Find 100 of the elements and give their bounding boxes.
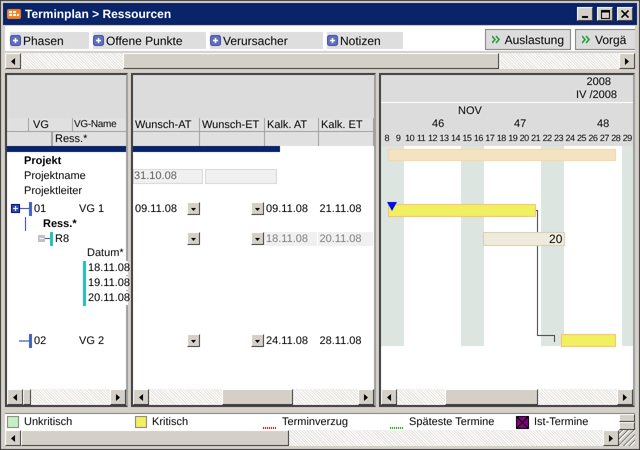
day-label: 14 [450, 132, 462, 145]
legend-label: Späteste Termine [409, 414, 494, 430]
day-label: 18 [496, 132, 507, 145]
caret-icon [190, 238, 196, 241]
scroll-left-button[interactable] [7, 389, 23, 405]
maximize-button[interactable] [597, 7, 613, 21]
week-label: 47 [514, 118, 526, 130]
project-name-field[interactable]: 31.10.08 [133, 169, 203, 184]
column-header: VG-Name [73, 118, 118, 131]
input-field[interactable] [205, 169, 277, 184]
table-cell: 18.11.08 [86, 261, 128, 275]
panel-toggle-button[interactable]: Phasen [10, 32, 89, 49]
minimize-button[interactable] [577, 7, 593, 21]
right-arrow-icon [364, 394, 368, 400]
panel-toggle-button[interactable]: Offene Punkte [93, 32, 206, 49]
scroll-right-button[interactable] [110, 389, 126, 405]
legend-label: Unkritisch [24, 414, 72, 430]
maximize-icon [600, 10, 610, 18]
panel-toggle-button[interactable]: Verursacher [210, 32, 323, 49]
tree-line [24, 217, 26, 231]
caret-icon [255, 238, 260, 241]
plus-icon [10, 35, 21, 46]
caret-icon [255, 208, 260, 211]
day-label: 21 [530, 132, 542, 145]
dropdown-button[interactable] [251, 202, 264, 215]
load-bar[interactable]: 20 [482, 232, 566, 246]
plus-icon [327, 35, 338, 46]
day-label: 13 [438, 132, 450, 145]
day-label: 24 [564, 132, 576, 145]
table-cell: 18.11.08 [264, 232, 317, 246]
scroll-right-button[interactable] [603, 430, 619, 446]
caret-icon [255, 340, 260, 343]
double-chevron-icon [582, 35, 591, 44]
window-title: Terminplan > Ressourcen [25, 6, 172, 23]
level-marker [29, 334, 32, 348]
month-label: NOV [458, 105, 482, 117]
day-label: 10 [404, 132, 416, 145]
day-label: 11 [416, 132, 426, 145]
scroll-left-button[interactable] [381, 389, 397, 405]
caret-icon [190, 340, 196, 343]
collapse-icon[interactable] [38, 234, 50, 242]
scroll-left-button[interactable] [5, 430, 21, 446]
dropdown-button[interactable] [186, 334, 200, 347]
right-arrow-icon [609, 434, 613, 442]
day-label: 22 [542, 132, 553, 145]
day-label: 15 [461, 132, 472, 145]
spin-down-button[interactable] [619, 422, 635, 430]
legend-label: Terminverzug [282, 414, 348, 430]
scroll-left-button[interactable] [133, 389, 149, 405]
panel-toggle-button[interactable]: Notizen [327, 32, 403, 49]
field-label: Projektname [24, 169, 86, 184]
dropdown-button[interactable] [186, 232, 200, 245]
week-label: 46 [432, 118, 444, 130]
double-chevron-icon [492, 35, 501, 44]
expand-icon[interactable] [11, 204, 29, 213]
day-label: 26 [587, 132, 598, 145]
close-icon [621, 10, 629, 18]
scroll-left-button[interactable] [5, 53, 21, 69]
level-marker [50, 232, 53, 246]
dropdown-button[interactable] [251, 232, 264, 245]
year-label: 2008 [586, 75, 612, 89]
day-label: 27 [598, 132, 610, 145]
day-label: 25 [576, 132, 588, 145]
day-label: 29 [622, 132, 633, 145]
level-marker [29, 202, 32, 216]
scroll-right-button[interactable] [617, 389, 633, 405]
table-cell: 20.11.08 [86, 291, 128, 305]
close-button[interactable] [617, 7, 633, 21]
left-arrow-icon [139, 394, 143, 400]
scroll-right-button[interactable] [358, 389, 374, 405]
right-arrow-icon [116, 394, 120, 400]
plus-icon [93, 35, 104, 46]
column-header: Wunsch-ET [200, 118, 265, 131]
day-label: 12 [427, 132, 438, 145]
project-heading: Projekt [24, 154, 62, 169]
column-header: Kalk. ET [319, 118, 374, 131]
legend-label: Ist-Termine [534, 414, 588, 430]
week-label: 48 [597, 118, 610, 130]
view-button[interactable]: Vorgä [575, 29, 635, 50]
calendar-icon [7, 8, 21, 20]
left-arrow-icon [11, 434, 15, 442]
caret-icon [190, 208, 196, 211]
date-heading: Datum* [87, 246, 124, 261]
right-arrow-icon [625, 58, 629, 64]
column-header: Kalk. AT [265, 118, 319, 131]
day-label: 20 [518, 132, 530, 145]
day-label: 9 [394, 132, 402, 145]
column-header: VG [29, 118, 73, 131]
spin-up-button[interactable] [619, 414, 635, 422]
dropdown-button[interactable] [186, 202, 200, 215]
resize-grip[interactable] [619, 430, 635, 446]
view-button[interactable]: Auslastung [485, 29, 571, 50]
scroll-right-button[interactable] [619, 53, 635, 69]
date-field[interactable]: 09.11.08 [135, 202, 178, 216]
level-marker [83, 261, 86, 306]
day-label: 28 [610, 132, 622, 145]
resource-heading: Ress.* [43, 217, 77, 231]
column-header: Wunsch-AT [133, 118, 200, 131]
table-cell: 20.11.08 [318, 232, 373, 246]
dropdown-button[interactable] [251, 334, 264, 347]
